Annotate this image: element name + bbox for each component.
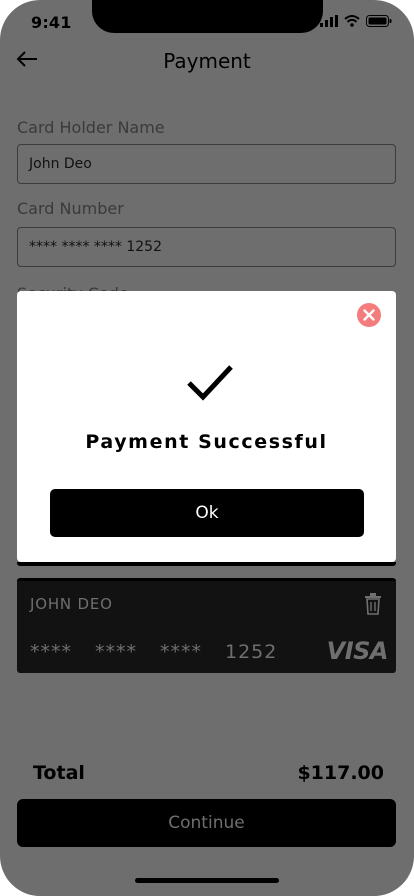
- card-holder-name: JOHN DEO: [30, 595, 113, 613]
- modal-bottom-edge: [17, 562, 396, 566]
- trash-icon[interactable]: [364, 593, 382, 615]
- card-holder-label: Card Holder Name: [17, 118, 165, 137]
- notch: [92, 0, 323, 33]
- card-number-last: 1252: [225, 641, 278, 663]
- status-bar: 9:41: [0, 0, 414, 44]
- status-time: 9:41: [31, 13, 72, 32]
- total-value: $117.00: [297, 762, 384, 784]
- ok-button[interactable]: Ok: [50, 489, 364, 537]
- status-icons: [320, 15, 392, 27]
- card-number-input[interactable]: **** **** **** 1252: [17, 227, 396, 267]
- visa-logo: VISA: [326, 637, 389, 665]
- checkmark-icon: [187, 365, 233, 401]
- success-modal: Payment Successful Ok: [17, 291, 396, 562]
- wifi-icon: [344, 15, 360, 27]
- card-holder-input[interactable]: John Deo: [17, 144, 396, 184]
- total-label: Total: [33, 762, 85, 784]
- card-number-label: Card Number: [17, 199, 124, 218]
- close-icon[interactable]: [357, 303, 381, 327]
- phone-screen: 9:41 Payment Card Holder Name John Deo C…: [0, 0, 414, 896]
- page-title: Payment: [163, 49, 251, 73]
- card-number-group: ****: [160, 641, 202, 663]
- battery-icon: [366, 15, 392, 27]
- signal-icon: [320, 15, 338, 27]
- card-number-group: ****: [30, 641, 72, 663]
- home-indicator: [135, 878, 279, 883]
- saved-card[interactable]: JOHN DEO **** **** **** 1252 VISA: [17, 578, 396, 673]
- continue-button[interactable]: Continue: [17, 799, 396, 847]
- modal-title: Payment Successful: [85, 431, 328, 453]
- card-number-group: ****: [95, 641, 137, 663]
